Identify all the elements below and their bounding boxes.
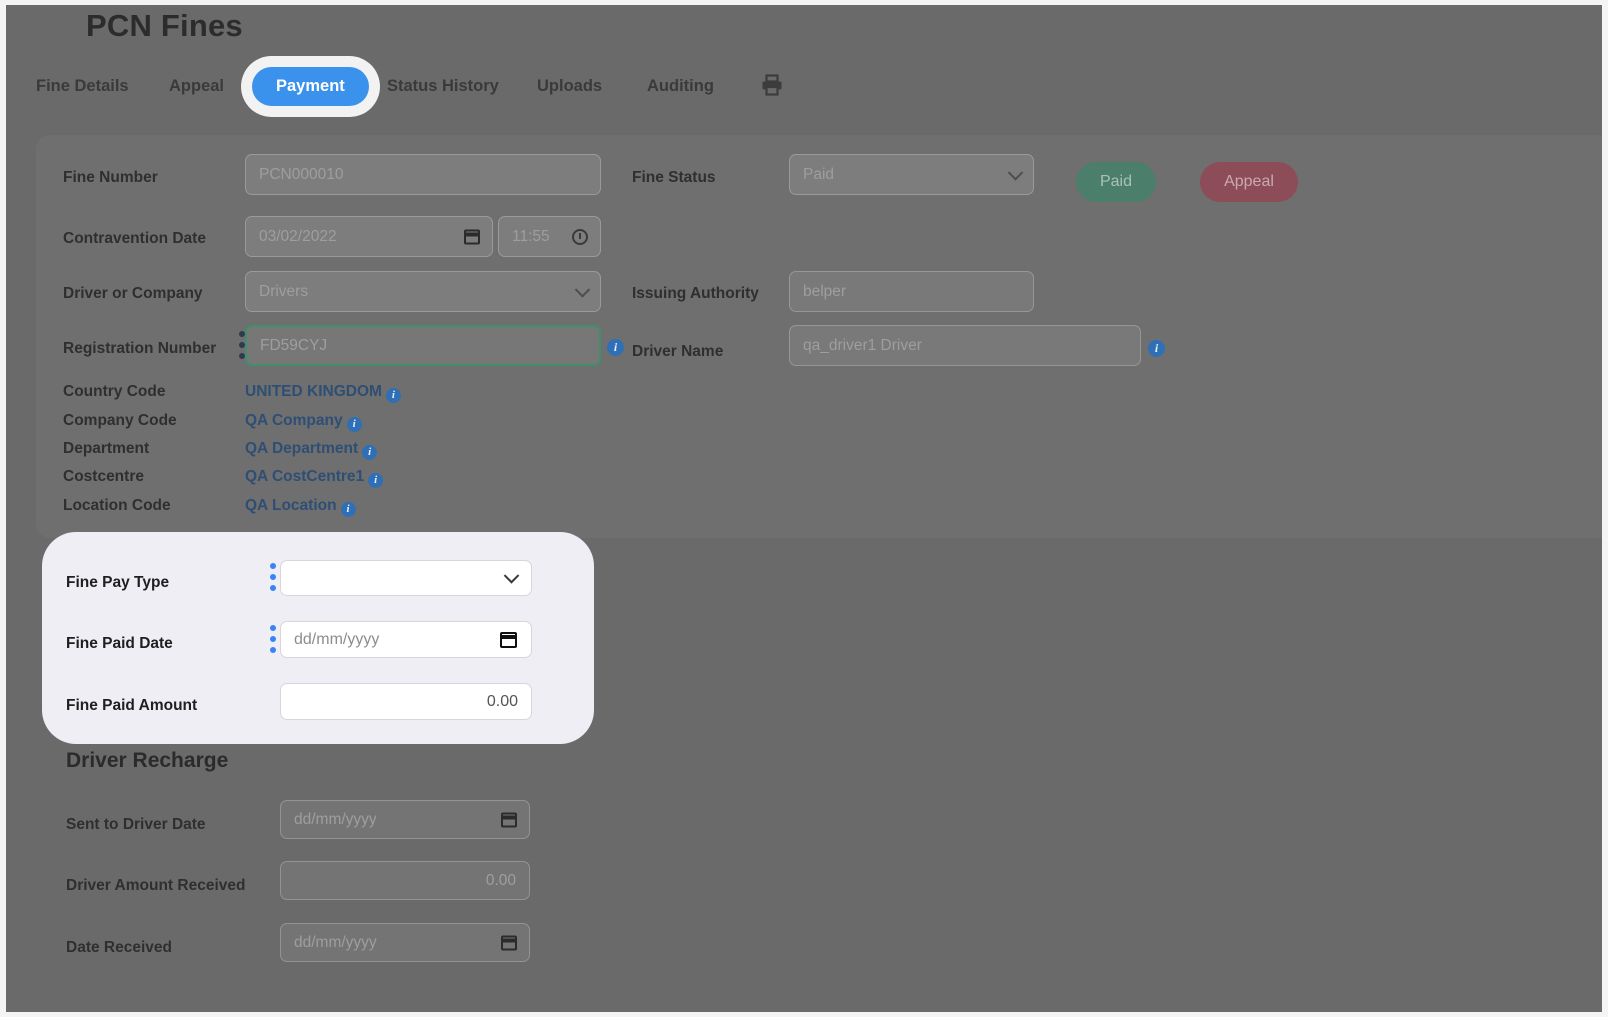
calendar-icon[interactable] <box>501 812 517 827</box>
sent-to-driver-date-placeholder: dd/mm/yyyy <box>294 810 377 828</box>
contravention-time-input[interactable]: 11:55 <box>498 216 601 257</box>
calendar-icon[interactable] <box>499 631 518 648</box>
fine-pay-type-label: Fine Pay Type <box>66 574 170 591</box>
tab-status-history[interactable]: Status History <box>387 77 499 96</box>
costcentre-label: Costcentre <box>63 468 144 485</box>
issuing-authority-label: Issuing Authority <box>632 285 759 302</box>
fine-pay-type-select[interactable] <box>280 560 532 596</box>
tab-appeal[interactable]: Appeal <box>169 77 224 96</box>
date-received-label: Date Received <box>66 939 172 956</box>
department-label: Department <box>63 440 150 457</box>
department-value: QA Department <box>245 440 359 457</box>
tab-fine-details[interactable]: Fine Details <box>36 77 129 96</box>
driver-or-company-value: Drivers <box>259 282 309 300</box>
country-code-value: UNITED KINGDOM <box>245 383 382 400</box>
driver-or-company-label: Driver or Company <box>63 285 203 302</box>
contravention-date-input[interactable]: 03/02/2022 <box>245 216 493 257</box>
driver-amount-received-label: Driver Amount Received <box>66 877 246 894</box>
fine-status-label: Fine Status <box>632 169 716 186</box>
driver-or-company-select[interactable]: Drivers <box>245 271 601 312</box>
tab-payment[interactable]: Payment <box>252 67 369 106</box>
driver-name-info-icon[interactable]: i <box>1148 340 1165 357</box>
costcentre-info-icon[interactable]: i <box>368 473 384 488</box>
fine-paid-date-label: Fine Paid Date <box>66 635 173 652</box>
fine-number-label: Fine Number <box>63 169 158 186</box>
costcentre-value: QA CostCentre1 <box>245 468 365 485</box>
page-frame: PCN Fines Fine Details Appeal Payment St… <box>0 0 1608 1017</box>
fine-status-value: Paid <box>803 165 835 183</box>
date-received-input[interactable]: dd/mm/yyyy <box>280 923 530 962</box>
fine-paid-date-placeholder: dd/mm/yyyy <box>294 630 380 648</box>
contravention-date-value: 03/02/2022 <box>259 227 337 245</box>
department-link[interactable]: QA Department i <box>245 440 378 460</box>
issuing-authority-input[interactable]: belper <box>789 271 1034 312</box>
printer-icon[interactable] <box>760 73 784 97</box>
driver-name-input[interactable]: qa_driver1 Driver <box>789 325 1141 366</box>
fine-paid-amount-label: Fine Paid Amount <box>66 697 198 714</box>
location-code-info-icon[interactable]: i <box>340 502 356 517</box>
calendar-icon[interactable] <box>501 935 517 950</box>
sent-to-driver-date-label: Sent to Driver Date <box>66 816 206 833</box>
clock-icon[interactable] <box>572 228 588 245</box>
location-code-value: QA Location <box>245 497 337 514</box>
company-code-value: QA Company <box>245 412 343 429</box>
fine-pay-type-drag-handle[interactable] <box>270 563 276 591</box>
tab-bar: Fine Details Appeal Payment Status Histo… <box>6 67 1602 117</box>
appeal-button[interactable]: Appeal <box>1200 162 1298 202</box>
country-code-info-icon[interactable]: i <box>385 388 401 403</box>
driver-amount-received-input[interactable]: 0.00 <box>280 861 530 900</box>
company-code-label: Company Code <box>63 412 177 429</box>
sent-to-driver-date-input[interactable]: dd/mm/yyyy <box>280 800 530 839</box>
driver-recharge-title: Driver Recharge <box>66 749 229 772</box>
costcentre-link[interactable]: QA CostCentre1 i <box>245 468 384 488</box>
contravention-time-value: 11:55 <box>512 227 550 245</box>
chevron-down-icon <box>503 568 520 584</box>
fine-paid-date-drag-handle[interactable] <box>270 625 276 653</box>
department-info-icon[interactable]: i <box>362 445 378 460</box>
company-code-link[interactable]: QA Company i <box>245 412 362 432</box>
driver-name-label: Driver Name <box>632 343 724 360</box>
chevron-down-icon <box>574 281 591 298</box>
calendar-icon[interactable] <box>464 229 480 244</box>
fine-number-input[interactable]: PCN000010 <box>245 154 601 195</box>
contravention-date-label: Contravention Date <box>63 230 206 247</box>
registration-info-icon[interactable]: i <box>607 339 624 356</box>
fine-paid-amount-input[interactable]: 0.00 <box>280 683 532 720</box>
fine-paid-date-input[interactable]: dd/mm/yyyy <box>280 621 532 658</box>
date-received-placeholder: dd/mm/yyyy <box>294 933 377 951</box>
registration-number-label: Registration Number <box>63 340 217 357</box>
company-code-info-icon[interactable]: i <box>346 417 362 432</box>
location-code-label: Location Code <box>63 497 171 514</box>
payment-panel: Fine Pay Type Fine Paid Date dd/mm/yyyy … <box>42 532 594 744</box>
fine-details-card: Fine Number PCN000010 Fine Status Paid P… <box>36 135 1602 538</box>
page-title: PCN Fines <box>86 8 243 43</box>
paid-button[interactable]: Paid <box>1076 162 1156 202</box>
tab-auditing[interactable]: Auditing <box>647 77 714 96</box>
app-screen: PCN Fines Fine Details Appeal Payment St… <box>6 5 1602 1012</box>
country-code-label: Country Code <box>63 383 166 400</box>
registration-number-input[interactable]: FD59CYJ <box>245 325 601 366</box>
fine-status-select[interactable]: Paid <box>789 154 1034 195</box>
tab-uploads[interactable]: Uploads <box>537 77 602 96</box>
country-code-link[interactable]: UNITED KINGDOM i <box>245 383 401 403</box>
chevron-down-icon <box>1007 164 1024 181</box>
location-code-link[interactable]: QA Location i <box>245 497 356 517</box>
